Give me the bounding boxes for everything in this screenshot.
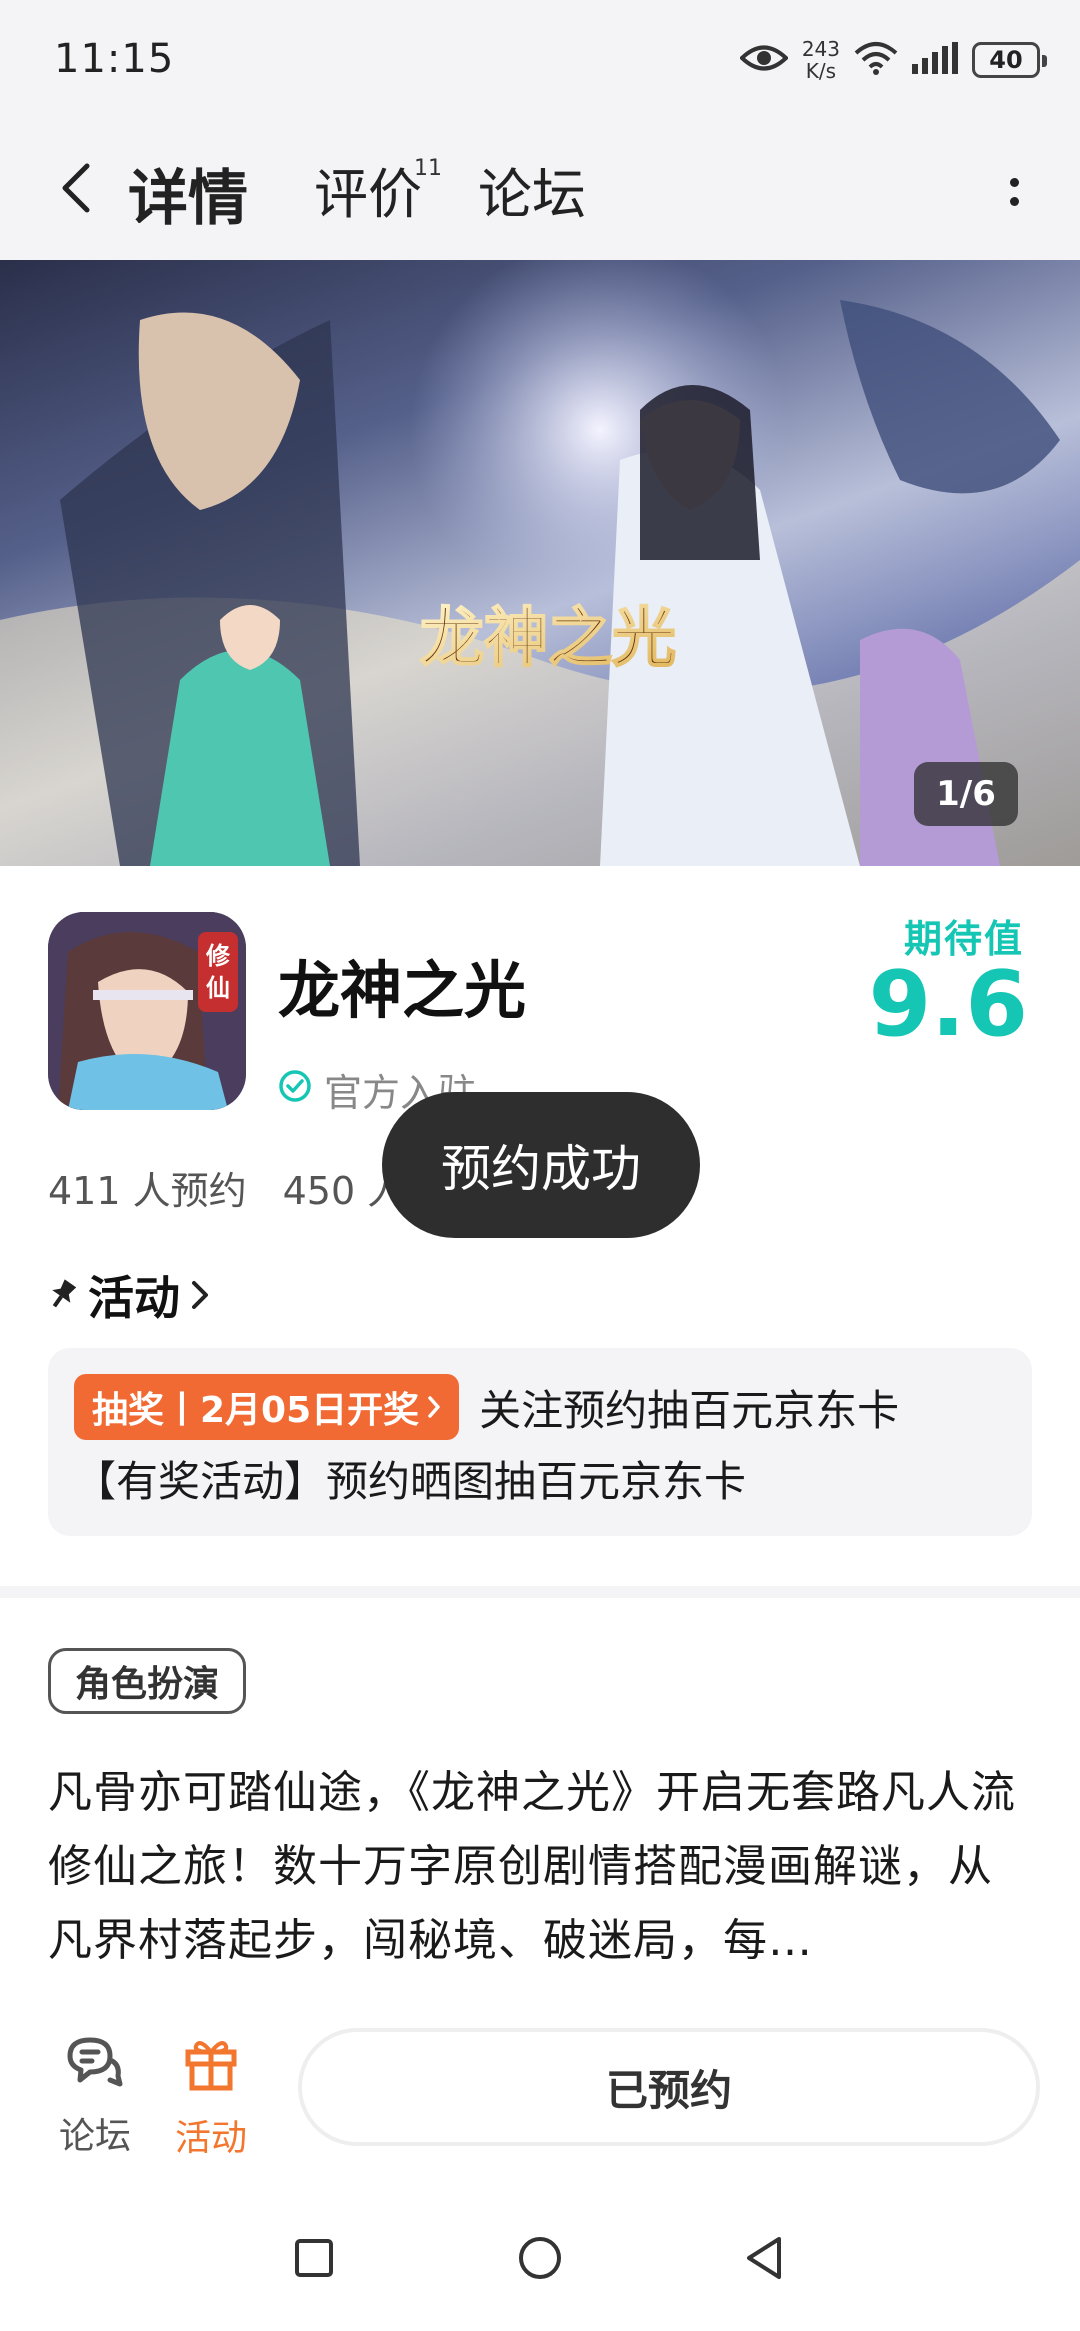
expectation-score: 9.6	[868, 952, 1028, 1057]
more-options-button[interactable]	[994, 160, 1034, 224]
chevron-right-icon	[190, 1268, 210, 1322]
app-icon: 修 仙	[48, 912, 246, 1110]
banner-page-counter: 1/6	[914, 762, 1018, 826]
activity-heading: 活动	[88, 1271, 180, 1325]
reservation-success-toast: 预约成功	[382, 1092, 700, 1238]
lottery-badge[interactable]: 抽奖丨2月05日开奖	[74, 1374, 460, 1440]
more-icon-dot	[1009, 197, 1019, 206]
net-speed-unit: K/s	[805, 59, 837, 83]
game-title: 龙神之光	[278, 954, 527, 1027]
reservation-count: 411 人预约	[48, 1169, 247, 1213]
game-stats: 411 人预约 450 人	[48, 1160, 405, 1215]
lottery-row[interactable]: 抽奖丨2月05日开奖 关注预约抽百元京东卡	[74, 1374, 899, 1440]
activity-card[interactable]: 抽奖丨2月05日开奖 关注预约抽百元京东卡 【有奖活动】预约晒图抽百元京东卡	[48, 1348, 1032, 1536]
back-button[interactable]	[44, 158, 108, 222]
signal-icon	[912, 42, 958, 78]
lottery-badge-label: 抽奖丨2月05日开奖	[92, 1390, 420, 1431]
icon-badge-char-2: 仙	[206, 974, 230, 1002]
activity-button-label: 活动	[174, 2118, 247, 2159]
reviews-count-badge: 11	[414, 156, 442, 181]
nav-header: 详情 评价 11 论坛	[0, 120, 1080, 260]
bottom-action-bar: 论坛 活动 已预约	[0, 2006, 1080, 2166]
reserved-button[interactable]: 已预约	[298, 2028, 1040, 2146]
system-back-button[interactable]	[732, 2228, 796, 2292]
activity-item[interactable]: 【有奖活动】预约晒图抽百元京东卡	[74, 1448, 746, 1509]
home-button[interactable]	[508, 2228, 572, 2292]
tab-reviews[interactable]: 评价 11	[314, 150, 442, 229]
status-time: 11:15	[54, 36, 175, 82]
gift-icon	[182, 2034, 240, 2101]
recent-apps-button[interactable]	[282, 2228, 346, 2292]
genre-tag[interactable]: 角色扮演	[48, 1648, 247, 1714]
battery-icon: 40	[972, 42, 1047, 78]
more-icon	[1009, 178, 1019, 187]
banner-logo-text: 龙神之光	[420, 601, 676, 676]
status-icons: 243 K/s 40	[738, 34, 1047, 86]
back-icon	[59, 162, 93, 218]
tab-detail-label: 详情	[128, 164, 248, 234]
chevron-right-icon	[427, 1395, 441, 1419]
triangle-back-icon	[743, 2235, 785, 2285]
section-divider	[0, 1586, 1080, 1598]
activity-section-header[interactable]: 活动	[48, 1262, 210, 1328]
net-speed-value: 243	[801, 37, 840, 61]
square-icon	[294, 2238, 334, 2282]
wifi-icon	[854, 41, 898, 79]
lottery-text: 关注预约抽百元京东卡	[479, 1385, 900, 1435]
network-speed: 243 K/s	[802, 38, 840, 82]
tab-reviews-label: 评价	[314, 163, 422, 226]
tab-forum-label: 论坛	[478, 163, 586, 226]
banner-carousel[interactable]: 龙神之光 1/6	[0, 260, 1080, 866]
tab-detail[interactable]: 详情	[122, 150, 254, 237]
pin-icon	[48, 1268, 78, 1322]
forum-button[interactable]: 论坛	[40, 2034, 150, 2159]
status-bar: 11:15 243 K/s 40	[0, 0, 1080, 120]
game-description[interactable]: 凡骨亦可踏仙途，《龙神之光》开启无套路凡人流修仙之旅！数十万字原创剧情搭配漫画解…	[48, 1756, 1032, 1978]
icon-badge-char-1: 修	[205, 942, 231, 970]
forum-button-label: 论坛	[58, 2116, 131, 2157]
system-navigation-bar	[0, 2200, 1080, 2331]
verified-icon	[278, 1068, 312, 1112]
eye-icon	[738, 43, 789, 77]
circle-icon	[517, 2235, 563, 2285]
activity-button[interactable]: 活动	[156, 2034, 266, 2161]
forum-chat-icon	[64, 2034, 126, 2099]
tab-forum[interactable]: 论坛	[478, 150, 586, 229]
